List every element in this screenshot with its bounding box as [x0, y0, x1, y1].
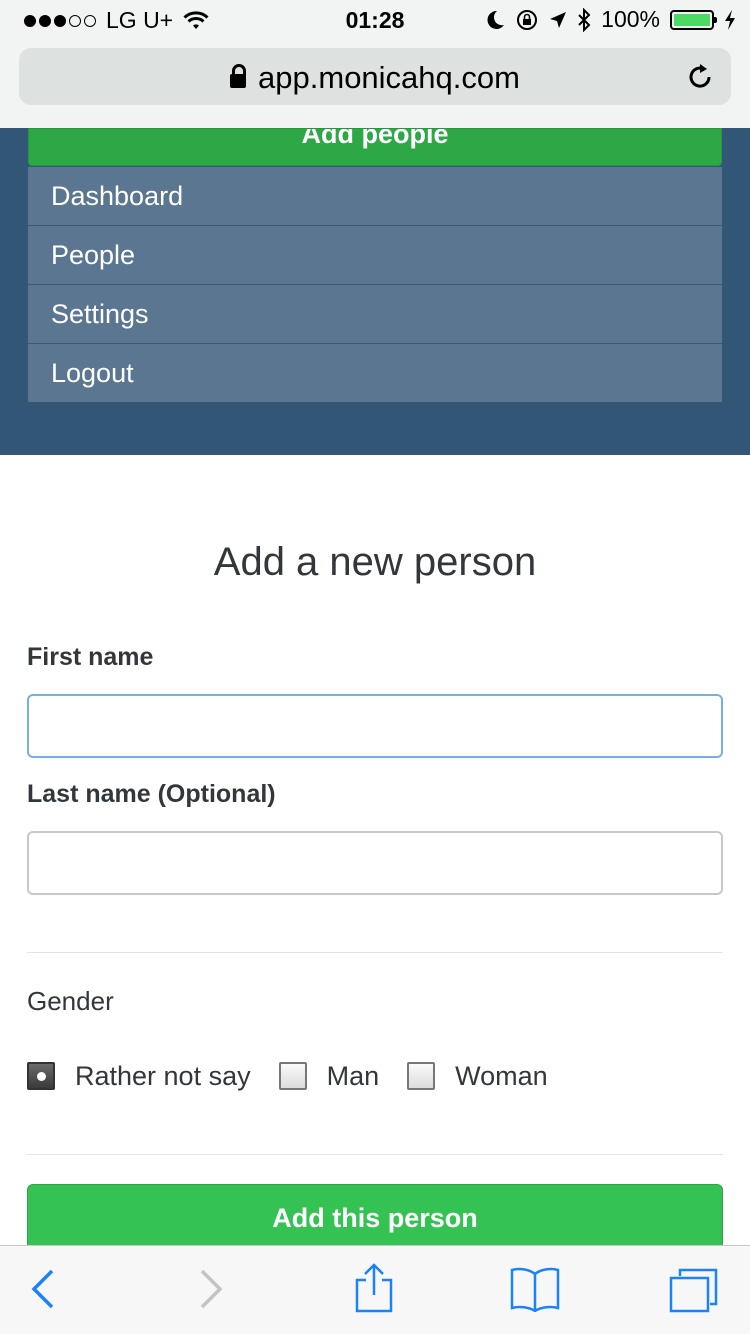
gender-option-label[interactable]: Man — [327, 1061, 380, 1092]
url-display[interactable]: app.monicahq.com — [19, 60, 731, 96]
divider — [27, 952, 723, 953]
orientation-lock-icon — [517, 9, 538, 30]
add-people-button[interactable]: Add people — [28, 128, 722, 166]
lock-icon — [230, 64, 247, 88]
gender-radio-woman[interactable] — [407, 1062, 436, 1090]
address-bar[interactable]: app.monicahq.com — [19, 48, 731, 105]
back-icon[interactable] — [30, 1268, 56, 1310]
nav-item-people[interactable]: People — [28, 226, 722, 285]
gender-option-label[interactable]: Woman — [455, 1061, 548, 1092]
mobile-nav: Add people Dashboard People Settings Log… — [0, 128, 750, 455]
tabs-icon[interactable] — [668, 1266, 720, 1314]
url-text: app.monicahq.com — [258, 60, 520, 95]
bookmarks-icon[interactable] — [509, 1266, 561, 1312]
first-name-label: First name — [27, 643, 154, 671]
gender-options: Rather not say Man Woman — [27, 1058, 576, 1094]
bluetooth-icon — [578, 7, 591, 32]
gender-option-label[interactable]: Rather not say — [75, 1061, 251, 1092]
location-icon — [550, 11, 567, 28]
status-right: 100% — [485, 6, 736, 33]
divider — [27, 1154, 723, 1155]
nav-item-settings[interactable]: Settings — [28, 285, 722, 344]
nav-menu: Dashboard People Settings Logout — [28, 167, 722, 402]
page-title: Add a new person — [213, 540, 537, 584]
add-person-label: Add this person — [272, 1203, 478, 1233]
nav-item-dashboard[interactable]: Dashboard — [28, 167, 722, 226]
reload-icon[interactable] — [683, 60, 717, 94]
forward-icon[interactable] — [198, 1268, 224, 1310]
browser-toolbar — [0, 1245, 750, 1334]
gender-label: Gender — [27, 986, 114, 1016]
last-name-input[interactable] — [27, 831, 723, 895]
battery-percent: 100% — [601, 6, 660, 32]
moon-icon — [487, 10, 505, 29]
first-name-input[interactable] — [27, 694, 723, 758]
add-people-label: Add people — [301, 128, 449, 149]
gender-radio-rather-not-say[interactable] — [27, 1062, 55, 1090]
charging-icon — [725, 9, 735, 30]
gender-radio-man[interactable] — [278, 1062, 307, 1090]
add-person-button[interactable]: Add this person — [27, 1184, 723, 1252]
last-name-label: Last name (Optional) — [27, 780, 276, 808]
browser-top-bar: LG U+ 01:28 100% app.monicahq.com — [0, 0, 750, 128]
status-bar: LG U+ 01:28 100% — [0, 0, 750, 40]
nav-item-logout[interactable]: Logout — [28, 344, 722, 402]
share-icon[interactable] — [352, 1262, 396, 1314]
battery-icon — [670, 9, 717, 30]
